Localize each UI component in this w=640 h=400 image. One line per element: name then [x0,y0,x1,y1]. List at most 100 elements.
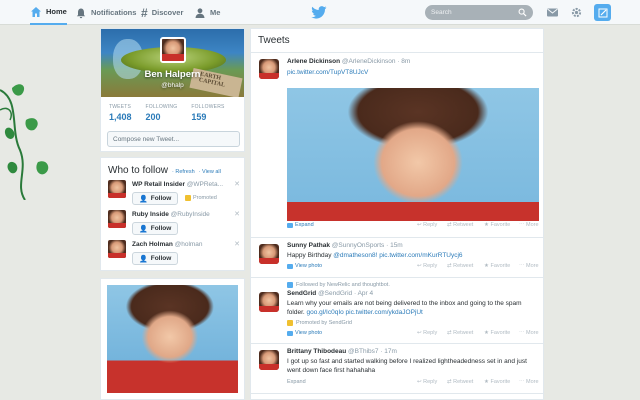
nav-notifications[interactable]: Notifications [75,0,136,25]
search-icon[interactable] [518,8,527,17]
refresh-link[interactable]: · Refresh [172,169,195,175]
tweet-text: Learn why your emails are not being deli… [287,299,537,317]
tweet-promoted[interactable]: Followed by NewRelic and thoughtbot. Sen… [251,278,543,344]
tweet-author-name[interactable]: Sunny Pathak [287,242,330,249]
follow-person-icon: 👤 [139,195,148,203]
tweet-author-name[interactable]: SendGrid [287,290,316,297]
tweet-text-content: Happy Birthday [287,252,334,259]
favorite-action[interactable]: ★ Favorite [484,379,510,385]
stat-following[interactable]: FOLLOWING 200 [146,104,178,122]
follow-person-icon: 👤 [139,255,148,263]
suggestion-name[interactable]: Zach Holman @holman [132,241,203,248]
side-photo-image[interactable] [107,285,238,393]
favorite-action[interactable]: ★ Favorite [484,222,510,228]
reply-action[interactable]: ↩ Reply [417,330,437,336]
tweet-avatar[interactable] [259,292,279,312]
tweet-author-handle[interactable]: @BThibs7 [348,348,378,355]
tweet-author-name[interactable]: Arlene Dickinson [287,58,340,65]
follow-button[interactable]: 👤 Follow [132,192,179,205]
more-action[interactable]: ⋯ More [519,330,539,336]
nav-notifications-label: Notifications [91,8,137,17]
nav-discover[interactable]: # Discover [141,0,183,25]
profile-avatar[interactable] [160,37,186,63]
more-label: More [526,379,539,385]
suggestion-avatar[interactable] [108,180,126,198]
promoted-label: Promoted [193,195,217,201]
dismiss-icon[interactable]: ✕ [234,240,240,248]
stat-value: 159 [191,112,207,122]
more-action[interactable]: ⋯ More [519,263,539,269]
retweet-action[interactable]: ⇄ Retweet [447,222,473,228]
tweet-time[interactable]: · 8m [397,58,410,65]
quill-icon [598,8,607,17]
tweet[interactable]: Sunny Pathak @SunnyOnSports · 15m Happy … [251,238,543,278]
more-action[interactable]: ⋯ More [519,222,539,228]
favorite-action[interactable]: ★ Favorite [484,330,510,336]
profile-handle[interactable]: @bhalp [101,82,244,89]
suggestion-name[interactable]: WP Retail Insider @WPReta... [132,181,223,188]
expand-label: Expand [295,222,314,228]
twitter-bird-icon[interactable] [311,6,327,19]
suggestion-avatar[interactable] [108,240,126,258]
tweet-link[interactable]: pic.twitter.com/TupVT8UJcV [287,69,368,76]
view-photo-link[interactable]: View photo [287,263,322,269]
profile-name[interactable]: Ben Halpern [101,69,244,80]
view-all-link[interactable]: · View all [199,169,221,175]
nav-home[interactable]: Home [30,0,67,25]
person-icon [195,7,205,18]
follow-button[interactable]: 👤 Follow [132,252,179,265]
follow-button[interactable]: 👤 Follow [132,222,179,235]
tweet[interactable]: Arlene Dickinson @ArleneDickinson · 8m p… [251,53,543,238]
compose-tweet-button[interactable] [594,4,611,21]
stat-label: FOLLOWERS [191,104,225,110]
tweet-author-handle[interactable]: @SendGrid [318,290,352,297]
photo-icon [287,222,293,228]
dismiss-icon[interactable]: ✕ [234,210,240,218]
retweet-action[interactable]: ⇄ Retweet [447,379,473,385]
tweet-time[interactable]: · 17m [380,348,397,355]
retweet-action[interactable]: ⇄ Retweet [447,263,473,269]
tweet-link[interactable]: @dmatheson8! pic.twitter.com/mKurRTUycj6 [333,252,462,259]
stat-tweets[interactable]: TWEETS 1,408 [109,104,132,122]
tweet-context-text: Followed by NewRelic and thoughtbot. [296,282,390,288]
suggestion-name[interactable]: Ruby Inside @RubyInside [132,211,210,218]
tweet-time[interactable]: · 15m [386,242,403,249]
tweet-link[interactable]: goo.gl/Ic0qIo pic.twitter.com/ykdaJOPjUt [307,309,423,316]
favorite-action[interactable]: ★ Favorite [484,263,510,269]
profile-banner[interactable]: EARTH CAPITAL Ben Halpern @bhalp [101,29,244,97]
tweet-avatar[interactable] [259,244,279,264]
expand-label: Expand [287,379,306,385]
tweet[interactable]: Brittany Thibodeau @BThibs7 · 17m I got … [251,344,543,394]
nav-me[interactable]: Me [194,0,220,25]
expand-link[interactable]: Expand [287,379,306,385]
promoted-icon [287,320,293,326]
gear-icon[interactable] [570,6,583,19]
reply-label: Reply [423,263,438,269]
messages-icon[interactable] [546,6,559,19]
more-label: More [526,222,539,228]
tweet-author-name[interactable]: Brittany Thibodeau [287,348,346,355]
tweet-time[interactable]: · Apr 4 [354,290,373,297]
reply-action[interactable]: ↩ Reply [417,379,437,385]
search-box[interactable] [425,5,533,20]
suggestion-avatar[interactable] [108,210,126,228]
tweet-media-photo[interactable] [287,88,539,221]
tweet-author-handle[interactable]: @ArleneDickinson [342,58,396,65]
tweet-context: Followed by NewRelic and thoughtbot. [287,282,390,288]
dismiss-icon[interactable]: ✕ [234,180,240,188]
view-photo-link[interactable]: View photo [287,330,322,336]
retweet-action[interactable]: ⇄ Retweet [447,330,473,336]
compose-tweet-input[interactable] [107,131,240,147]
tweet-author-handle[interactable]: @SunnyOnSports [332,242,385,249]
reply-action[interactable]: ↩ Reply [417,263,437,269]
follow-label: Follow [150,255,172,262]
stat-followers[interactable]: FOLLOWERS 159 [191,104,224,122]
tweet-avatar[interactable] [259,350,279,370]
more-action[interactable]: ⋯ More [519,379,539,385]
search-input[interactable] [431,9,518,16]
expand-link[interactable]: Expand [287,222,314,228]
stat-label: FOLLOWING [145,104,178,110]
reply-action[interactable]: ↩ Reply [417,222,437,228]
tweet-avatar[interactable] [259,59,279,79]
nav-home-label: Home [46,7,67,16]
